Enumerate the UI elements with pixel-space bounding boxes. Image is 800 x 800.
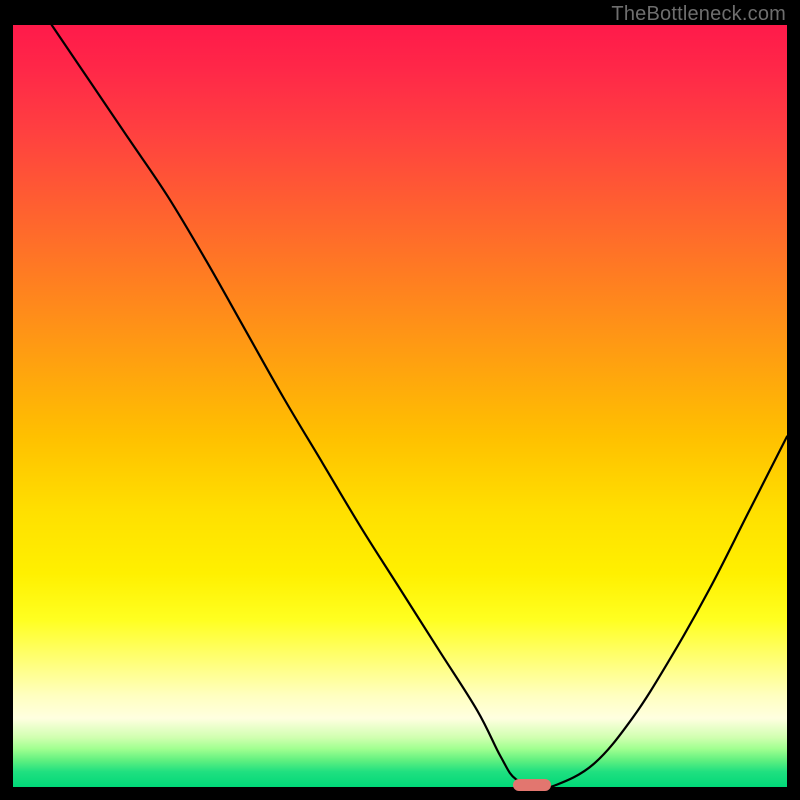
bottleneck-curve — [13, 25, 787, 787]
chart-container: TheBottleneck.com — [0, 0, 800, 800]
optimal-marker — [513, 779, 551, 791]
curve-path — [52, 25, 787, 787]
watermark-text: TheBottleneck.com — [611, 3, 786, 26]
plot-area — [13, 25, 787, 787]
